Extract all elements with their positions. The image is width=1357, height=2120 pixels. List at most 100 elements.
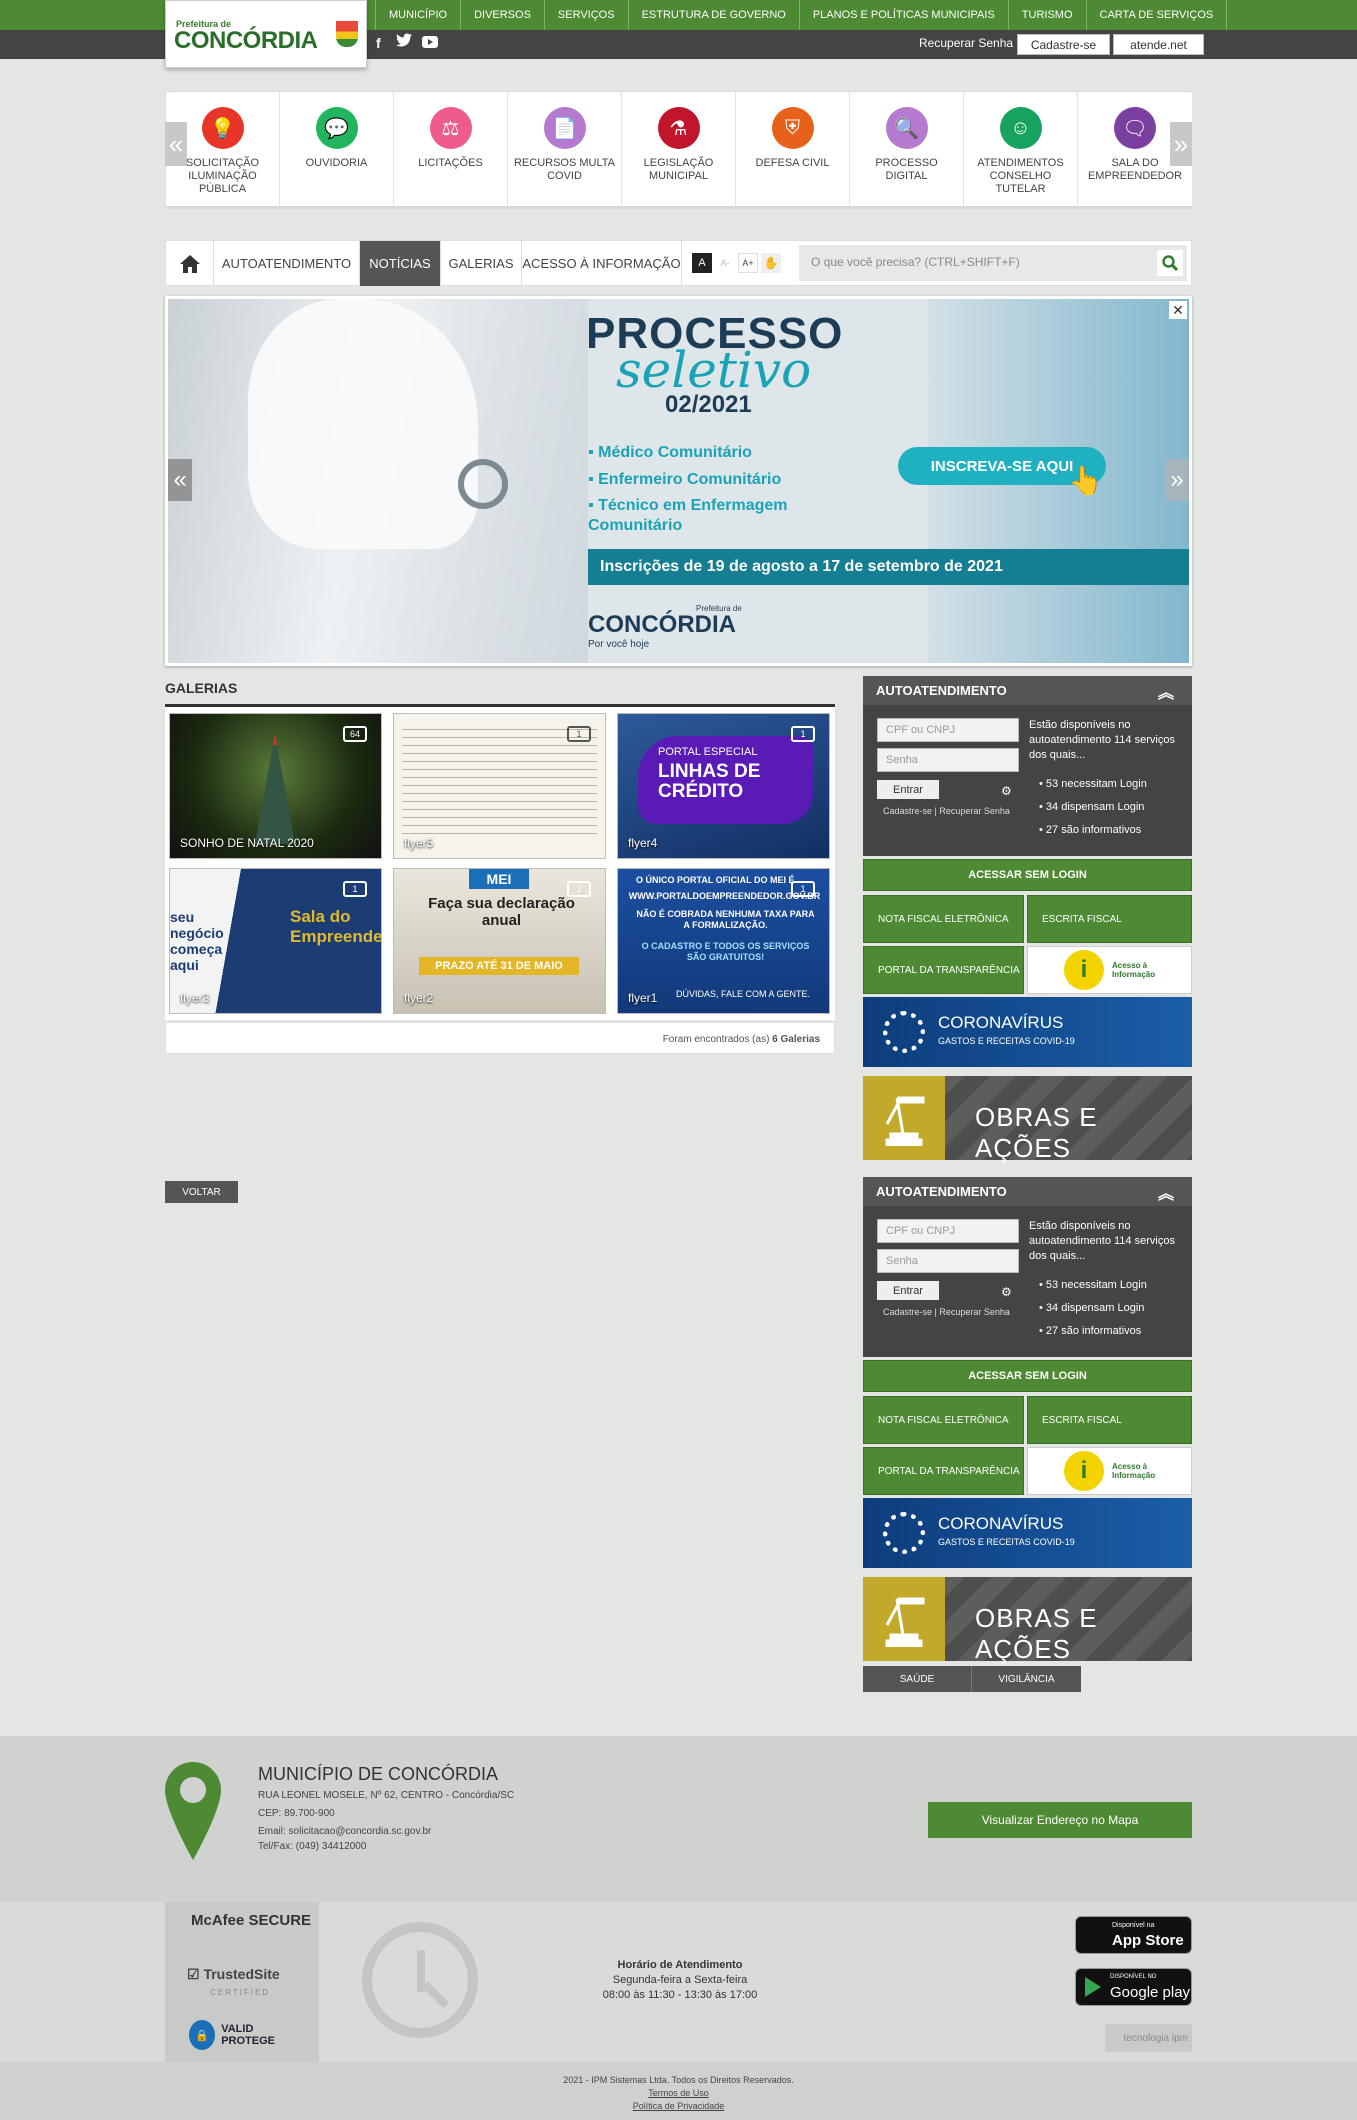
hero-banner[interactable]: PROCESSO seletivo 02/2021 ▪ Médico Comun…: [165, 296, 1192, 666]
panel-recover-link[interactable]: Recuperar Senha: [939, 806, 1010, 816]
lock-icon: 🔒: [189, 2020, 216, 2050]
panel-recover-link[interactable]: Recuperar Senha: [939, 1307, 1010, 1317]
search-input[interactable]: O que você precisa? (CTRL+SHIFT+F): [811, 255, 1020, 269]
panel-info: Estão disponíveis no autoatendimento 114…: [1029, 1220, 1175, 1262]
gallery-flyer1[interactable]: O ÚNICO PORTAL OFICIAL DO MEI É WWW.PORT…: [617, 868, 830, 1014]
nav-diversos[interactable]: DIVERSOS: [461, 0, 545, 30]
nota-fiscal-button[interactable]: NOTA FISCAL ELETRÔNICA: [863, 895, 1024, 943]
shield-icon: ⛨: [771, 107, 814, 149]
terms-link[interactable]: Termos de Uso: [0, 2087, 1357, 2100]
carousel-item-licitacoes[interactable]: ⚖ LICITAÇÕES: [394, 92, 508, 209]
panel-info: Estão disponíveis no autoatendimento 114…: [1029, 719, 1175, 761]
ipm-logo[interactable]: tecnologia ipm: [1105, 2024, 1192, 2052]
carousel-item-ouvidoria[interactable]: 💬 OUVIDORIA: [280, 92, 394, 209]
carousel-item-label: RECURSOS MULTA COVID: [513, 157, 616, 182]
tab-vigilancia[interactable]: VIGILÂNCIA: [971, 1666, 1081, 1692]
password-input[interactable]: Senha: [877, 748, 1019, 772]
banner-next-arrow-icon[interactable]: »: [1165, 459, 1189, 501]
search-icon[interactable]: [1157, 250, 1183, 276]
gallery-flyer3[interactable]: seu negócio começa aqui Sala do Empreend…: [169, 868, 382, 1014]
gallery-sonho-natal[interactable]: 64 SONHO DE NATAL 2020: [169, 713, 382, 859]
acesso-informacao-button[interactable]: i Acesso à Informação: [1027, 1447, 1192, 1495]
transparencia-button[interactable]: PORTAL DA TRANSPARÊNCIA: [863, 946, 1024, 994]
font-decrease-button[interactable]: A-: [715, 253, 735, 273]
trusted-certified: CERTIFIED: [210, 1988, 271, 1997]
menu-galerias[interactable]: GALERIAS: [441, 241, 522, 286]
footer-cep: CEP: 89.700-900: [258, 1808, 335, 1819]
nav-municipio[interactable]: MUNICÍPIO: [375, 0, 462, 30]
escrita-fiscal-button[interactable]: ESCRITA FISCAL: [1027, 1396, 1192, 1444]
login-button[interactable]: Entrar: [877, 1281, 939, 1300]
gallery-flyer5[interactable]: 1 flyer5: [393, 713, 606, 859]
footer-name: MUNICÍPIO DE CONCÓRDIA: [258, 1764, 499, 1784]
collapse-icon[interactable]: ︽: [1158, 679, 1174, 703]
nav-turismo[interactable]: TURISMO: [1009, 0, 1087, 30]
hand-cursor-icon: 👆: [1068, 465, 1103, 496]
carousel-item-defesa-civil[interactable]: ⛨ DEFESA CIVIL: [736, 92, 850, 209]
menu-acesso-informacao[interactable]: ACESSO À INFORMAÇÃO: [522, 241, 682, 286]
collapse-icon[interactable]: ︽: [1158, 1180, 1174, 1204]
recover-password-link[interactable]: Recuperar Senha: [919, 36, 1013, 50]
settings-gear-icon[interactable]: ⚙: [1001, 1285, 1012, 1299]
banner-close-icon[interactable]: ✕: [1169, 301, 1187, 319]
app-store-badge[interactable]: Disponível na App Store: [1075, 1916, 1192, 1954]
home-icon[interactable]: [166, 241, 214, 286]
scales-icon: ⚗: [657, 107, 700, 149]
carousel-item-legislacao[interactable]: ⚗ LEGISLAÇÃO MUNICIPAL: [622, 92, 736, 209]
contrast-button[interactable]: A: [692, 253, 712, 273]
acesso-informacao-button[interactable]: i Acesso à Informação: [1027, 946, 1192, 994]
carousel-item-processo-digital[interactable]: 🔍 PROCESSO DIGITAL: [850, 92, 964, 209]
carousel-item-recursos-covid[interactable]: 📄 RECURSOS MULTA COVID: [508, 92, 622, 209]
access-without-login-button[interactable]: ACESSAR SEM LOGIN: [863, 859, 1192, 891]
password-input[interactable]: Senha: [877, 1249, 1019, 1273]
flyer2-text: Faça sua declaração anual: [428, 895, 575, 929]
galleries-footer: Foram encontrados (as) 6 Galerias: [165, 1022, 835, 1054]
gallery-flyer4[interactable]: PORTAL ESPECIAL LINHAS DE CRÉDITO 1 flye…: [617, 713, 830, 859]
twitter-icon[interactable]: [396, 33, 412, 50]
login-button[interactable]: Entrar: [877, 780, 939, 799]
obras-banner[interactable]: OBRAS E AÇÕES: [863, 1076, 1192, 1163]
banner-prev-arrow-icon[interactable]: «: [168, 459, 192, 501]
menu-noticias[interactable]: NOTÍCIAS: [360, 241, 441, 286]
access-without-login-button[interactable]: ACESSAR SEM LOGIN: [863, 1360, 1192, 1392]
facebook-icon[interactable]: f: [376, 35, 381, 51]
obras-banner[interactable]: OBRAS E AÇÕES: [863, 1577, 1192, 1664]
menu-autoatendimento[interactable]: AUTOATENDIMENTO: [214, 241, 360, 286]
signup-button[interactable]: Cadastre-se: [1017, 34, 1110, 55]
privacy-link[interactable]: Política de Privacidade: [0, 2100, 1357, 2113]
font-increase-button[interactable]: A+: [738, 253, 758, 273]
nav-carta[interactable]: CARTA DE SERVIÇOS: [1087, 0, 1228, 30]
escrita-fiscal-button[interactable]: ESCRITA FISCAL: [1027, 895, 1192, 943]
footer-legal: 2021 - IPM Sistemas Ltda. Todos os Direi…: [0, 2062, 1357, 2120]
transparencia-button[interactable]: PORTAL DA TRANSPARÊNCIA: [863, 1447, 1024, 1495]
accessibility-hand-icon[interactable]: ✋: [761, 253, 781, 273]
footer-address-line: RUA LEONEL MOSELE, Nº 62, CENTRO - Concó…: [258, 1790, 515, 1801]
carousel-next-arrow-icon[interactable]: »: [1170, 122, 1192, 166]
nav-servicos[interactable]: SERVIÇOS: [545, 0, 629, 30]
footer-email[interactable]: Email: solicitacao@concordia.sc.gov.br: [258, 1824, 514, 1839]
carousel-item-label: ATENDIMENTOS CONSELHO TUTELAR: [977, 157, 1064, 195]
tab-saude[interactable]: SAÚDE: [863, 1666, 971, 1692]
gallery-flyer2[interactable]: MEI Faça sua declaração anual PRAZO ATÉ …: [393, 868, 606, 1014]
site-logo[interactable]: Prefeitura de CONCÓRDIA: [165, 0, 367, 68]
back-button[interactable]: VOLTAR: [165, 1181, 238, 1203]
carousel-item-label: OUVIDORIA: [305, 157, 368, 169]
nav-planos[interactable]: PLANOS E POLÍTICAS MUNICIPAIS: [800, 0, 1009, 30]
google-play-badge[interactable]: DISPONÍVEL NO Google play: [1075, 1968, 1192, 2006]
atende-net-button[interactable]: atende.net: [1113, 34, 1204, 55]
panel-signup-link[interactable]: Cadastre-se: [883, 806, 932, 816]
panel-signup-link[interactable]: Cadastre-se: [883, 1307, 932, 1317]
coronavirus-banner[interactable]: CORONAVÍRUS GASTOS E RECEITAS COVID-19: [863, 997, 1192, 1067]
youtube-icon[interactable]: [422, 36, 438, 48]
nota-fiscal-button[interactable]: NOTA FISCAL ELETRÔNICA: [863, 1396, 1024, 1444]
search-box: O que você precisa? (CTRL+SHIFT+F): [799, 245, 1187, 281]
carousel-prev-arrow-icon[interactable]: «: [165, 122, 187, 166]
cpf-input[interactable]: CPF ou CNPJ: [877, 1219, 1019, 1243]
coronavirus-banner[interactable]: CORONAVÍRUS GASTOS E RECEITAS COVID-19: [863, 1498, 1192, 1568]
carousel-item-conselho-tutelar[interactable]: ☺ ATENDIMENTOS CONSELHO TUTELAR: [964, 92, 1078, 209]
crane-icon: [863, 1577, 945, 1661]
nav-estrutura[interactable]: ESTRUTURA DE GOVERNO: [629, 0, 800, 30]
view-map-button[interactable]: Visualizar Endereço no Mapa: [928, 1802, 1192, 1838]
cpf-input[interactable]: CPF ou CNPJ: [877, 718, 1019, 742]
settings-gear-icon[interactable]: ⚙: [1001, 784, 1012, 798]
